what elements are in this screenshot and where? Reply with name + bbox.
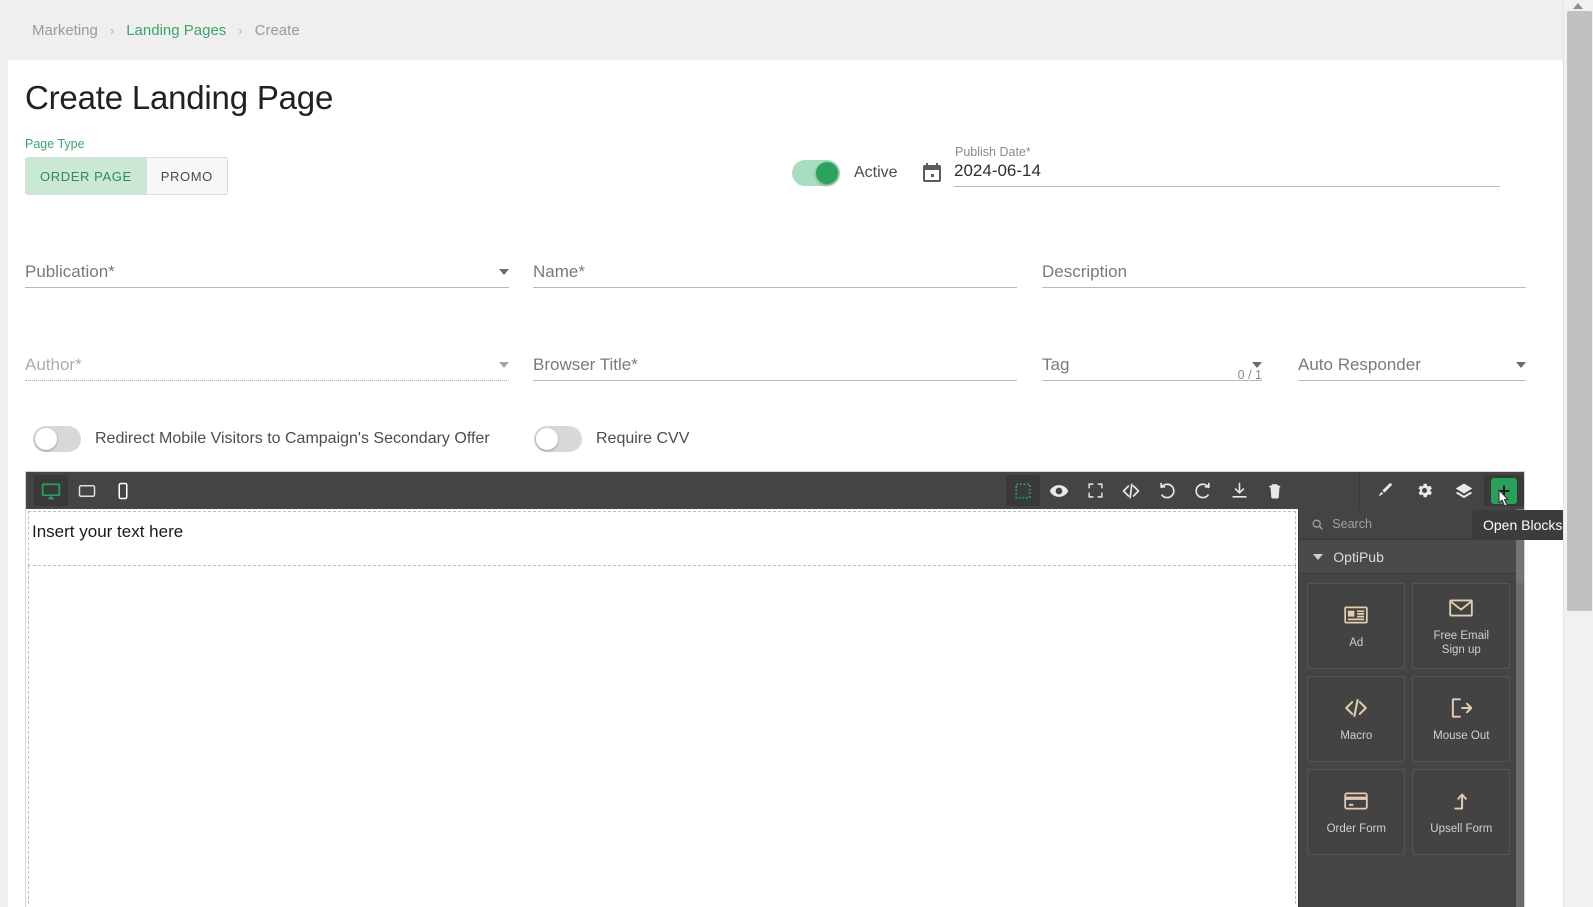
- page-type-option-promo[interactable]: PROMO: [145, 158, 227, 194]
- desktop-icon[interactable]: [34, 475, 68, 506]
- active-toggle-row: Active: [792, 160, 898, 186]
- breadcrumb: Marketing › Landing Pages › Create: [0, 0, 1563, 60]
- block-upsell-form[interactable]: Upsell Form: [1412, 769, 1511, 855]
- publish-date-value: 2024-06-14: [954, 161, 1041, 180]
- calendar-icon[interactable]: [920, 161, 944, 185]
- layers-icon[interactable]: [1444, 475, 1484, 506]
- page-title: Create Landing Page: [25, 79, 334, 116]
- editor-canvas[interactable]: Insert your text here: [26, 509, 1299, 907]
- tablet-icon[interactable]: [70, 475, 104, 506]
- undo-icon[interactable]: [1150, 475, 1184, 506]
- breadcrumb-item-marketing[interactable]: Marketing: [32, 22, 98, 39]
- auto-responder-select[interactable]: Auto Responder: [1298, 335, 1526, 381]
- author-label: Author*: [25, 355, 82, 374]
- fullscreen-icon[interactable]: [1078, 475, 1112, 506]
- canvas-text: Insert your text here: [32, 522, 184, 541]
- require-cvv-label: Require CVV: [596, 430, 690, 447]
- browser-scrollbar[interactable]: [1563, 0, 1593, 907]
- require-cvv-toggle[interactable]: [534, 426, 582, 452]
- borders-icon[interactable]: [1006, 475, 1040, 506]
- blocks-category-label: OptiPub: [1333, 548, 1384, 565]
- gear-icon[interactable]: [1404, 475, 1444, 506]
- active-toggle-label: Active: [854, 164, 898, 181]
- tag-counter: 0 / 1: [1237, 368, 1262, 382]
- require-cvv-toggle-row: Require CVV: [534, 426, 689, 452]
- device-switcher: [26, 475, 140, 506]
- block-label: Upsell Form: [1430, 822, 1493, 835]
- mouse-cursor: [1494, 488, 1514, 519]
- name-label: Name*: [533, 262, 585, 281]
- block-label: Mouse Out: [1433, 729, 1490, 742]
- page-type-label: Page Type: [25, 137, 85, 151]
- chevron-down-icon: [1313, 553, 1324, 560]
- chevron-down-icon: [1516, 362, 1526, 368]
- editor-body: Insert your text here Search OptiPub Ad …: [26, 509, 1524, 907]
- publish-date-label: Publish Date*: [955, 145, 1031, 159]
- description-input[interactable]: Description: [1042, 242, 1526, 288]
- scroll-up-arrow-icon[interactable]: [1573, 3, 1583, 9]
- exit-arrow-icon: [1452, 698, 1473, 718]
- page-type-button-group: ORDER PAGE PROMO: [25, 157, 228, 195]
- block-macro[interactable]: Macro: [1307, 676, 1406, 762]
- chevron-down-icon: [499, 362, 509, 368]
- publication-select[interactable]: Publication*: [25, 242, 509, 288]
- blocks-grid: Ad Free Email Sign up Macro Mouse Out Or…: [1299, 574, 1524, 864]
- paint-brush-icon[interactable]: [1364, 475, 1404, 506]
- trash-icon[interactable]: [1258, 475, 1292, 506]
- block-ad[interactable]: Ad: [1307, 583, 1406, 669]
- preview-eye-icon[interactable]: [1042, 475, 1076, 506]
- mobile-icon[interactable]: [106, 475, 140, 506]
- block-label: Free Email Sign up: [1433, 629, 1490, 656]
- blocks-panel: Search OptiPub Ad Free Email Sign up Mac…: [1298, 509, 1524, 907]
- blocks-search-placeholder: Search: [1332, 517, 1372, 531]
- blocks-panel-scrollbar[interactable]: [1516, 509, 1524, 907]
- redirect-mobile-toggle-row: Redirect Mobile Visitors to Campaign's S…: [33, 426, 490, 452]
- name-input[interactable]: Name*: [533, 242, 1017, 288]
- breadcrumb-item-create: Create: [254, 21, 300, 39]
- author-select[interactable]: Author*: [25, 335, 509, 381]
- up-arrow-icon: [1454, 793, 1468, 810]
- breadcrumb-separator-icon: ›: [238, 22, 243, 38]
- credit-card-icon: [1344, 792, 1368, 810]
- envelope-icon: [1449, 599, 1474, 617]
- browser-scroll-thumb[interactable]: [1567, 11, 1592, 611]
- auto-responder-label: Auto Responder: [1298, 355, 1421, 374]
- browser-title-input[interactable]: Browser Title*: [533, 335, 1017, 381]
- toolbar-divider: [1359, 472, 1360, 509]
- breadcrumb-item-landing-pages[interactable]: Landing Pages: [126, 22, 226, 39]
- code-icon[interactable]: [1114, 475, 1148, 506]
- chevron-down-icon: [499, 269, 509, 275]
- browser-title-label: Browser Title*: [533, 355, 638, 374]
- breadcrumb-separator-icon: ›: [109, 22, 115, 38]
- code-icon: [1345, 698, 1368, 717]
- block-label: Macro: [1340, 729, 1373, 742]
- canvas-empty-area[interactable]: [28, 566, 1297, 904]
- block-label: Ad: [1349, 636, 1364, 649]
- editor-tools: [1006, 475, 1292, 506]
- redirect-mobile-label: Redirect Mobile Visitors to Campaign's S…: [95, 430, 490, 447]
- newspaper-icon: [1344, 606, 1368, 624]
- block-free-email-sign-up[interactable]: Free Email Sign up: [1412, 583, 1511, 669]
- import-download-icon[interactable]: [1222, 475, 1256, 506]
- app-viewport: Marketing › Landing Pages › Create Creat…: [0, 0, 1593, 907]
- block-mouse-out[interactable]: Mouse Out: [1412, 676, 1511, 762]
- canvas-text-block[interactable]: Insert your text here: [28, 511, 1297, 566]
- description-label: Description: [1042, 262, 1128, 281]
- blocks-category-optipub[interactable]: OptiPub: [1299, 540, 1524, 574]
- block-label: Order Form: [1326, 822, 1386, 835]
- page-builder-editor: Insert your text here Search OptiPub Ad …: [25, 471, 1525, 907]
- page-type-option-order-page[interactable]: ORDER PAGE: [26, 158, 146, 194]
- redirect-mobile-toggle[interactable]: [33, 426, 81, 452]
- publish-date-group: Publish Date* 2024-06-14: [920, 145, 1500, 187]
- editor-toolbar: [26, 472, 1524, 509]
- block-order-form[interactable]: Order Form: [1307, 769, 1406, 855]
- redo-icon[interactable]: [1186, 475, 1220, 506]
- open-blocks-tooltip: Open Blocks: [1472, 510, 1574, 540]
- publication-label: Publication*: [25, 262, 115, 281]
- publish-date-input[interactable]: 2024-06-14: [954, 161, 1500, 187]
- search-icon: [1312, 519, 1324, 530]
- active-toggle[interactable]: [792, 160, 840, 186]
- page-card: Create Landing Page Page Type ORDER PAGE…: [8, 60, 1563, 907]
